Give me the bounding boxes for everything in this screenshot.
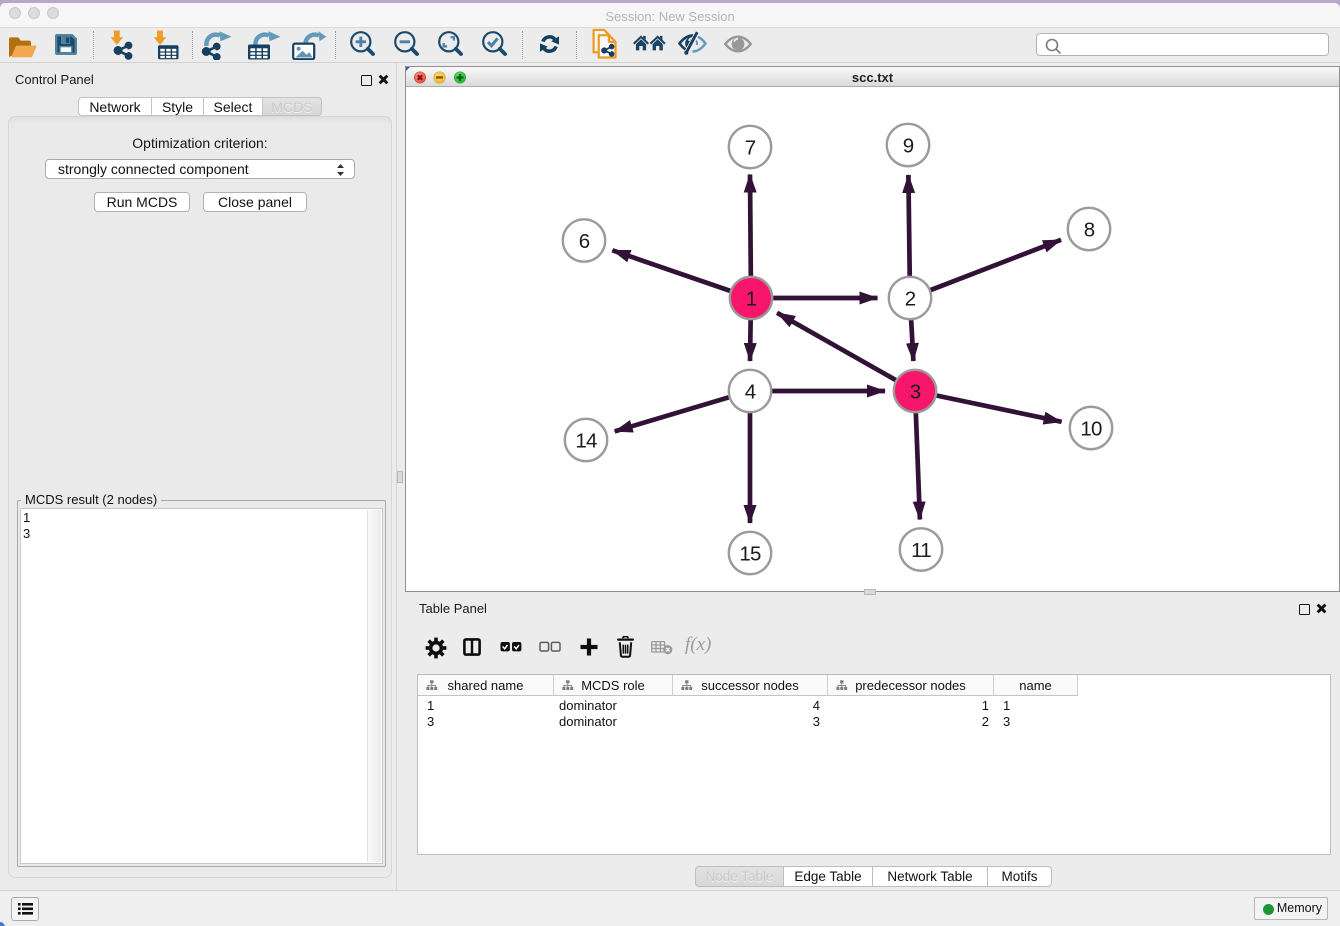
svg-text:9: 9 — [903, 135, 914, 158]
svg-text:15: 15 — [739, 543, 761, 566]
svg-text:14: 14 — [575, 430, 597, 453]
svg-text:6: 6 — [579, 230, 590, 253]
svg-text:8: 8 — [1084, 219, 1095, 242]
svg-text:1: 1 — [746, 288, 757, 311]
svg-text:3: 3 — [910, 381, 921, 404]
svg-text:7: 7 — [745, 137, 756, 160]
svg-text:10: 10 — [1080, 418, 1102, 441]
svg-text:2: 2 — [905, 288, 916, 311]
svg-text:11: 11 — [911, 539, 931, 562]
svg-text:4: 4 — [745, 381, 756, 404]
